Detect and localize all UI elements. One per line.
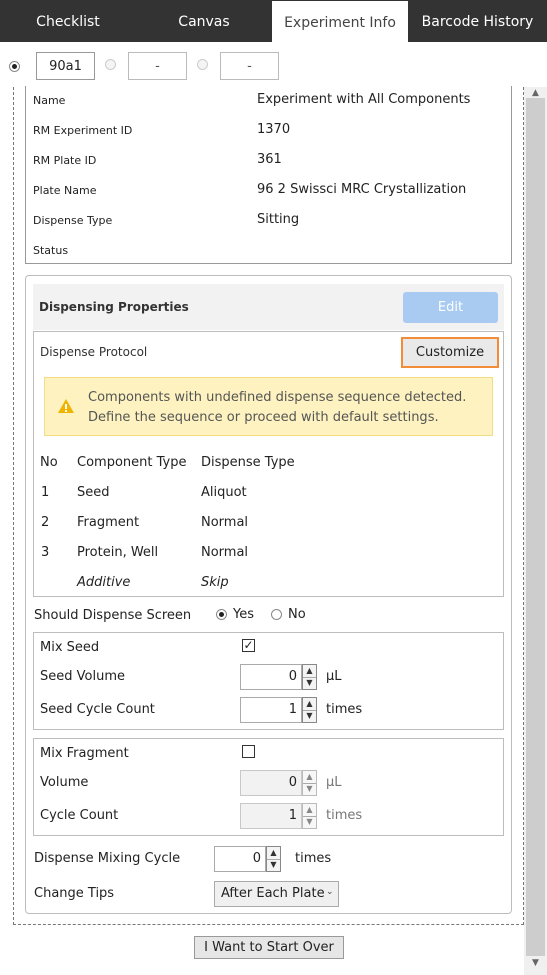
row-component: Seed [77,485,110,500]
plate-radio-1[interactable] [9,61,20,72]
column-header-dispense-type: Dispense Type [201,455,295,470]
warning-icon [58,399,74,413]
dispense-protocol-label: Dispense Protocol [40,345,148,359]
info-value-experiment-id: 1370 [257,122,291,137]
fragment-cycle-count-stepper[interactable]: ▲ ▼ [302,803,317,829]
seed-volume-input[interactable]: 0 [240,664,302,690]
seed-cycle-count-unit: times [326,702,363,717]
chevron-down-icon[interactable]: ▼ [303,710,316,722]
row-component: Additive [77,575,131,590]
chevron-down-icon: ⌄ [326,887,334,897]
fragment-cycle-count-input[interactable]: 1 [240,803,302,829]
change-tips-select[interactable]: After Each Plate ⌄ [214,881,339,907]
customize-button[interactable]: Customize [401,337,499,368]
row-dispense-type: Aliquot [201,485,247,500]
warning-text-line1: Components with undefined dispense seque… [88,390,467,405]
tab-checklist[interactable]: Checklist [0,0,136,42]
dispensing-title: Dispensing Properties [39,300,189,314]
seed-volume-stepper[interactable]: ▲ ▼ [302,664,317,690]
seed-cycle-count-input[interactable]: 1 [240,697,302,723]
fragment-volume-input[interactable]: 0 [240,770,302,796]
fragment-cycle-count-unit: times [326,808,363,823]
fragment-volume-label: Volume [40,775,89,790]
row-no: 1 [41,485,50,500]
row-dispense-type: Normal [201,545,249,560]
row-dispense-type: Skip [201,575,229,590]
change-tips-label: Change Tips [34,886,115,901]
mix-fragment-label: Mix Fragment [40,746,129,761]
info-label-plate-id: RM Plate ID [33,154,97,167]
plate-field-2[interactable]: - [128,52,187,80]
dispense-screen-yes-radio[interactable] [216,609,227,620]
seed-volume-label: Seed Volume [40,669,125,684]
dispense-mixing-cycle-label: Dispense Mixing Cycle [34,851,181,866]
fragment-cycle-count-label: Cycle Count [40,808,119,823]
dispense-mixing-cycle-unit: times [295,851,332,866]
chevron-down-icon[interactable]: ▼ [303,816,316,828]
info-label-plate-name: Plate Name [33,184,97,197]
dispense-screen-no-label[interactable]: No [288,607,306,622]
seed-cycle-count-label: Seed Cycle Count [40,702,155,717]
chevron-down-icon[interactable]: ▼ [303,783,316,795]
row-no: 2 [41,515,50,530]
mix-seed-label: Mix Seed [40,640,100,655]
change-tips-value: After Each Plate [221,886,325,901]
scroll-down-icon[interactable]: ▼ [524,958,547,968]
tab-bar: Checklist Canvas Experiment Info Barcode… [0,0,547,42]
mix-fragment-checkbox[interactable] [242,745,255,758]
dispense-screen-no-radio[interactable] [271,609,282,620]
mix-seed-checkbox[interactable]: ✓ [242,639,255,652]
row-component: Protein, Well [77,545,159,560]
experiment-info-panel [25,86,512,264]
info-value-plate-name: 96 2 Swissci MRC Crystallization [257,182,467,197]
start-over-button[interactable]: I Want to Start Over [194,936,344,959]
column-header-no: No [40,455,58,470]
chevron-down-icon[interactable]: ▼ [267,859,280,871]
plate-radio-2[interactable] [105,59,116,70]
row-dispense-type: Normal [201,515,249,530]
plate-field-3[interactable]: - [220,52,279,80]
tab-barcode-history[interactable]: Barcode History [408,0,547,42]
warning-banner [44,377,493,436]
tab-experiment-info[interactable]: Experiment Info [272,1,408,42]
fragment-volume-unit: µL [326,775,342,790]
info-label-dispense-type: Dispense Type [33,214,113,227]
row-component: Fragment [77,515,140,530]
plate-field-1[interactable]: 90a1 [36,52,95,80]
info-value-plate-id: 361 [257,152,282,167]
warning-text-line2: Define the sequence or proceed with defa… [88,410,439,425]
info-label-name: Name [33,94,66,107]
scrollbar-thumb[interactable] [526,98,545,956]
dispense-mixing-cycle-stepper[interactable]: ▲ ▼ [266,846,281,872]
should-dispense-screen-label: Should Dispense Screen [34,608,192,623]
info-label-experiment-id: RM Experiment ID [33,124,133,137]
fragment-volume-stepper[interactable]: ▲ ▼ [302,770,317,796]
edit-button[interactable]: Edit [403,292,498,323]
seed-volume-unit: µL [326,669,342,684]
dispense-mixing-cycle-input[interactable]: 0 [214,846,266,872]
chevron-down-icon[interactable]: ▼ [303,677,316,689]
seed-cycle-count-stepper[interactable]: ▲ ▼ [302,697,317,723]
plate-radio-3[interactable] [197,59,208,70]
column-header-component-type: Component Type [77,455,187,470]
info-value-name: Experiment with All Components [257,92,471,107]
info-label-status: Status [33,244,69,257]
row-no: 3 [41,545,50,560]
tab-canvas[interactable]: Canvas [136,0,272,42]
scroll-up-icon[interactable]: ▲ [524,88,547,98]
info-value-dispense-type: Sitting [257,212,300,227]
dispense-screen-yes-label[interactable]: Yes [233,607,254,622]
